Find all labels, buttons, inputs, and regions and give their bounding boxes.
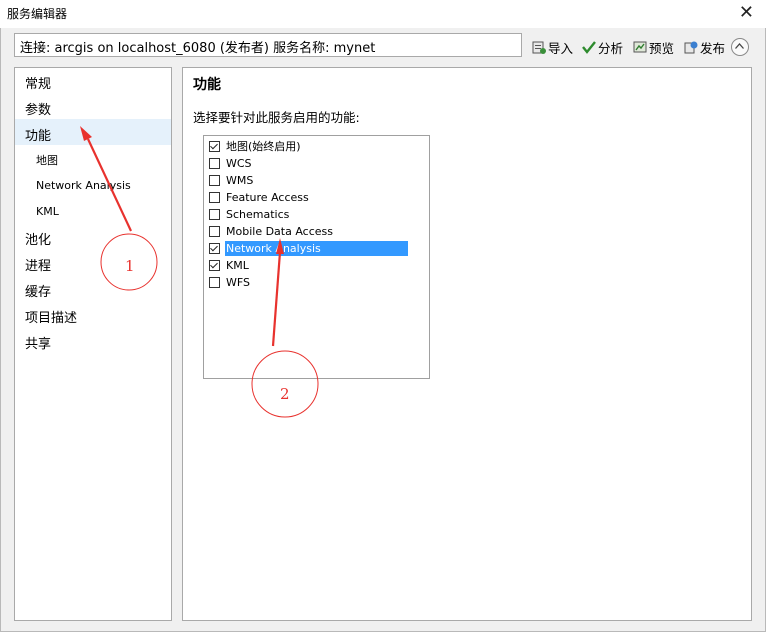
arrow-2-head [276, 238, 284, 254]
annotation-circle-2 [251, 350, 319, 418]
annotation-number-2: 2 [280, 385, 290, 403]
arrow-1-line [87, 138, 132, 232]
annotation-overlay: 1 2 [80, 126, 319, 418]
arrow-2-line [271, 251, 282, 347]
arrow-1-head [80, 126, 92, 141]
annotation-number-1: 1 [125, 257, 135, 275]
